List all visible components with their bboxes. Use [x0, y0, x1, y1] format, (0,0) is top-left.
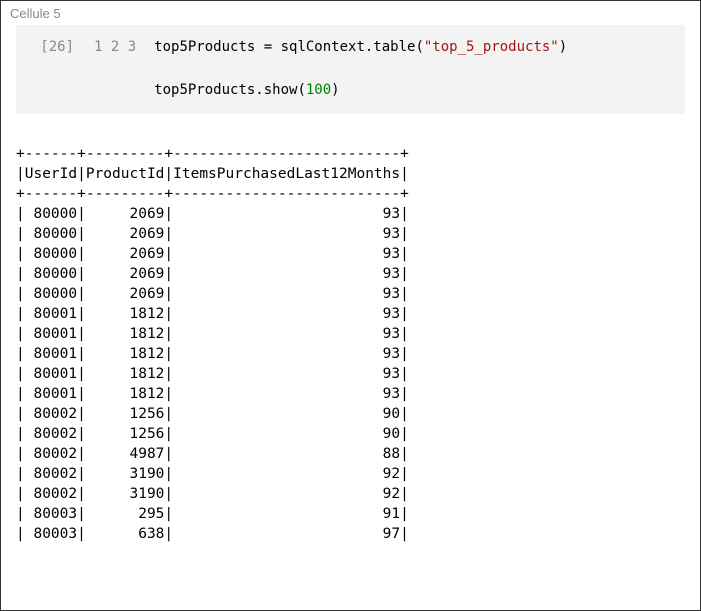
code-content[interactable]: top5Products = sqlContext.table("top_5_p…	[154, 37, 567, 102]
line-numbers: 1 2 3	[94, 37, 136, 102]
cell-output: +------+---------+----------------------…	[2, 114, 699, 544]
code-block[interactable]: [26] 1 2 3 top5Products = sqlContext.tab…	[16, 25, 685, 114]
execution-count: [26]	[30, 37, 74, 102]
notebook-cell: Cellule 5 [26] 1 2 3 top5Products = sqlC…	[1, 1, 700, 545]
code-lines: 1 2 3 top5Products = sqlContext.table("t…	[94, 37, 567, 102]
cell-label: Cellule 5	[2, 2, 699, 25]
